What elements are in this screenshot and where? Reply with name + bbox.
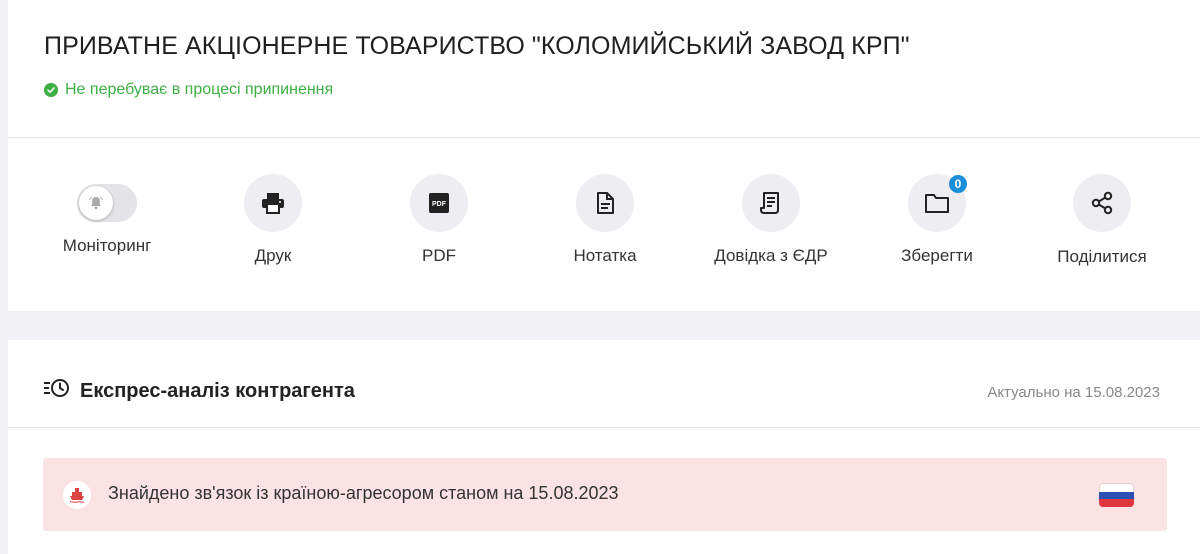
monitoring-toggle[interactable]: Моніторинг (27, 174, 187, 256)
express-analysis-card: Експрес-аналіз контрагента Актуально на … (8, 340, 1200, 554)
pdf-icon: PDF (410, 174, 468, 232)
aggressor-link-alert: Знайдено зв'язок із країною-агресором ст… (43, 458, 1167, 531)
printer-icon (244, 174, 302, 232)
share-button[interactable]: Поділитися (1022, 174, 1182, 267)
pdf-label: PDF (422, 246, 456, 265)
share-icon (1073, 174, 1131, 232)
note-label: Нотатка (573, 246, 637, 265)
russia-flag-icon (1099, 483, 1134, 507)
print-label: Друк (254, 246, 292, 265)
company-header-card: ПРИВАТНЕ АКЦІОНЕРНЕ ТОВАРИСТВО "КОЛОМИЙС… (8, 0, 1200, 311)
ship-icon (63, 481, 91, 509)
share-label: Поділитися (1057, 247, 1147, 266)
edr-certificate-button[interactable]: Довідка з ЄДР (691, 174, 851, 266)
company-title: ПРИВАТНЕ АКЦІОНЕРНЕ ТОВАРИСТВО "КОЛОМИЙС… (44, 32, 910, 60)
folder-icon: 0 (908, 174, 967, 232)
save-button[interactable]: 0 Зберегти (857, 174, 1017, 266)
pdf-button[interactable]: PDF PDF (359, 174, 519, 266)
note-button[interactable]: Нотатка (525, 174, 685, 266)
print-button[interactable]: Друк (193, 174, 353, 266)
divider (8, 427, 1200, 428)
actuality-date: Актуально на 15.08.2023 (987, 384, 1160, 401)
divider (8, 137, 1200, 138)
section-title: Експрес-аналіз контрагента (80, 380, 355, 402)
history-icon (44, 378, 70, 405)
company-status: Не перебуває в процесі припинення (44, 81, 333, 99)
bell-icon (79, 186, 113, 220)
check-circle-icon (44, 83, 58, 97)
edr-label: Довідка з ЄДР (714, 246, 828, 265)
status-text: Не перебуває в процесі припинення (65, 81, 334, 98)
alert-text: Знайдено зв'язок із країною-агресором ст… (108, 483, 619, 503)
save-label: Зберегти (901, 246, 973, 265)
document-icon (742, 174, 800, 232)
svg-text:PDF: PDF (432, 201, 447, 208)
saved-count-badge: 0 (949, 175, 967, 193)
note-icon (576, 174, 634, 232)
toggle-switch[interactable] (77, 184, 137, 222)
section-header: Експрес-аналіз контрагента (44, 378, 355, 405)
monitoring-label: Моніторинг (62, 236, 152, 255)
